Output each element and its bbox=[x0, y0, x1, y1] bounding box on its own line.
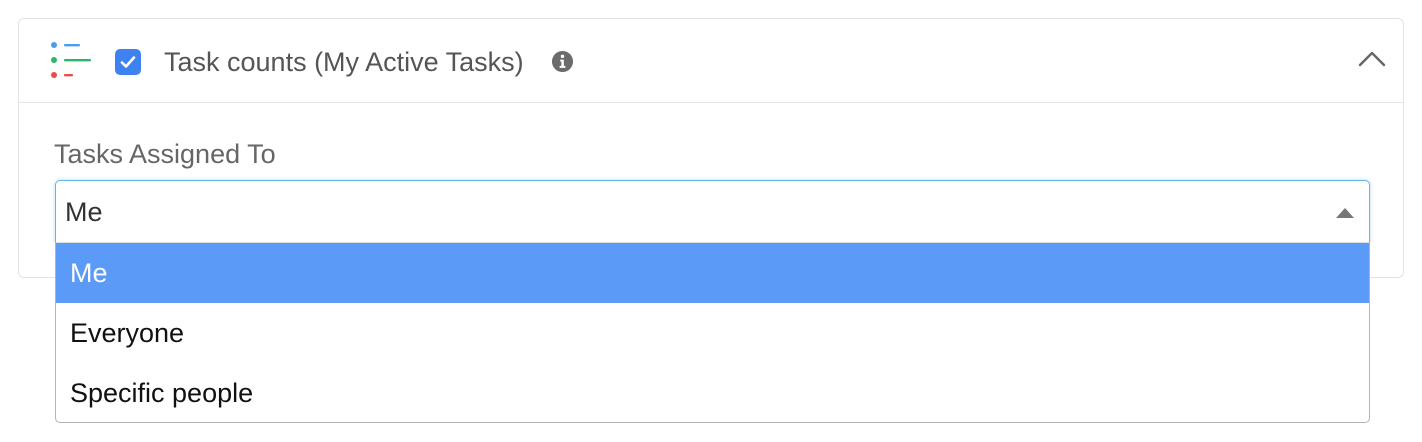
select-current-value: Me bbox=[65, 197, 103, 227]
tasks-assigned-to-label: Tasks Assigned To bbox=[54, 139, 276, 169]
tasks-assigned-to-select[interactable]: Me bbox=[55, 180, 1370, 243]
chevron-up-icon[interactable] bbox=[1357, 47, 1387, 71]
caret-up-icon bbox=[1336, 208, 1354, 218]
option-everyone[interactable]: Everyone bbox=[56, 303, 1369, 363]
list-icon bbox=[51, 42, 91, 78]
select-dropdown-list: Me Everyone Specific people bbox=[55, 243, 1370, 423]
option-specific-people[interactable]: Specific people bbox=[56, 363, 1369, 422]
widget-enable-checkbox[interactable] bbox=[115, 49, 141, 75]
option-me[interactable]: Me bbox=[56, 243, 1369, 303]
info-icon[interactable] bbox=[551, 50, 574, 73]
widget-header[interactable]: Task counts (My Active Tasks) bbox=[19, 19, 1403, 103]
checkmark-icon bbox=[120, 56, 136, 68]
widget-title: Task counts (My Active Tasks) bbox=[164, 47, 524, 77]
